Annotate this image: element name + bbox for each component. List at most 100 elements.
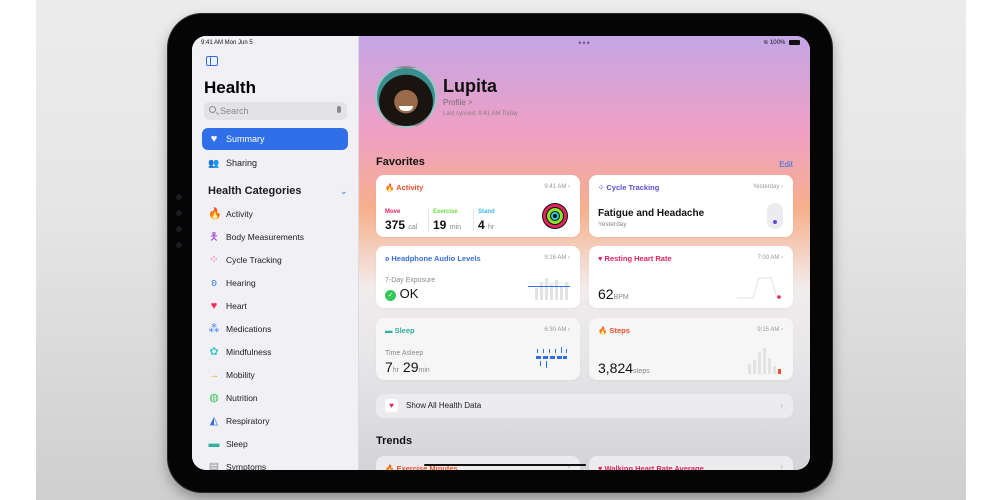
arrow-icon: →: [208, 369, 220, 381]
show-all-health-data-button[interactable]: ♥ Show All Health Data ›: [376, 394, 793, 418]
cycle-sub: Yesterday: [598, 221, 627, 228]
headphone-audio-card[interactable]: ʚ Headphone Audio Levels 9:16 AM › 7-Day…: [376, 246, 580, 308]
activity-card-title: 🔥 Activity: [385, 183, 424, 192]
sidebar-item-hearing[interactable]: ʚ Hearing: [202, 273, 348, 293]
search-placeholder: Search: [220, 106, 249, 116]
sidebar-item-sharing[interactable]: 👥 Sharing: [202, 152, 348, 174]
sidebar-item-symptoms[interactable]: ▤ Symptoms: [202, 457, 348, 470]
sidebar-item-label: Symptoms: [226, 462, 267, 470]
sleep-value: 7hr 29min: [385, 359, 430, 375]
card-time: Yesterday ›: [752, 184, 783, 190]
multitasking-dots[interactable]: •••: [578, 38, 590, 48]
sidebar-item-label: Heart: [226, 301, 247, 311]
sidebar-item-cycle-tracking[interactable]: ⁘ Cycle Tracking: [202, 250, 348, 270]
resting-heart-rate-card[interactable]: ♥ Resting Heart Rate 7:00 AM › 62BPM: [589, 246, 793, 308]
steps-value: 3,824steps: [598, 360, 650, 376]
checkmark-icon: ✓: [385, 290, 396, 301]
cycle-card-title: ⁘ Cycle Tracking: [598, 183, 660, 192]
microphone-icon[interactable]: [337, 106, 341, 113]
exposure-label: 7-Day Exposure: [385, 277, 436, 284]
move-value: 375 cal: [385, 218, 418, 232]
ear-icon: ʚ: [385, 254, 390, 263]
sidebar-item-label: Body Measurements: [226, 232, 304, 242]
ear-icon: ʚ: [211, 277, 217, 289]
sidebar-item-label: Activity: [226, 209, 253, 219]
steps-chart: [748, 348, 781, 374]
ipad-device: 9:41 AM Mon Jun 5 Health Search ♥ Summar…: [168, 14, 832, 492]
heart-icon: ♥: [598, 464, 603, 470]
trend-card-walking-heart-rate[interactable]: ♥ Walking Heart Rate Average ›: [589, 456, 793, 470]
sleep-card[interactable]: ▬ Sleep 6:30 AM › Time Asleep 7hr 29min: [376, 318, 580, 380]
sidebar-item-mindfulness[interactable]: ✿ Mindfulness: [202, 342, 348, 362]
heart-icon: ♥: [210, 133, 218, 145]
sidebar-item-label: Sharing: [226, 158, 258, 168]
sidebar-item-body-measurements[interactable]: 🯅 Body Measurements: [202, 227, 348, 247]
sidebar-item-nutrition[interactable]: ◍ Nutrition: [202, 388, 348, 408]
divider: [473, 209, 474, 231]
flame-icon: 🔥: [598, 326, 608, 335]
flame-icon: 🔥: [385, 464, 395, 470]
status-bar-right: ≋ 100%: [763, 39, 800, 46]
figure-icon: 🯅: [209, 231, 219, 243]
show-all-label: Show All Health Data: [406, 401, 482, 410]
card-time: 9:15 AM ›: [757, 327, 783, 333]
sidebar-item-sleep[interactable]: ▬ Sleep: [202, 434, 348, 454]
heart-icon: ♥: [385, 399, 398, 412]
steps-card-title: 🔥 Steps: [598, 326, 630, 335]
sidebar-item-label: Summary: [226, 134, 265, 144]
sidebar-item-label: Mindfulness: [226, 347, 272, 357]
sidebar-item-activity[interactable]: 🔥 Activity: [202, 204, 348, 224]
card-time: 7:00 AM ›: [757, 255, 783, 261]
headphone-card-title: ʚ Headphone Audio Levels: [385, 254, 481, 263]
apple-icon: ◍: [209, 392, 219, 404]
bed-icon: ▬: [208, 438, 220, 450]
cycle-tracking-card[interactable]: ⁘ Cycle Tracking Yesterday › Fatigue and…: [589, 175, 793, 237]
health-categories-header[interactable]: Health Categories: [208, 185, 302, 197]
edit-button[interactable]: Edit: [779, 160, 793, 169]
sidebar-item-label: Hearing: [226, 278, 256, 288]
home-indicator[interactable]: [424, 464, 586, 466]
sidebar-item-mobility[interactable]: → Mobility: [202, 365, 348, 385]
trends-title: Trends: [376, 435, 413, 447]
sidebar-item-label: Medications: [226, 324, 272, 334]
battery-percent: 100%: [769, 40, 786, 46]
cycle-icon: ⁘: [209, 254, 219, 266]
sidebar-item-summary[interactable]: ♥ Summary: [202, 128, 348, 150]
camera-dot: [176, 210, 182, 216]
lungs-icon: ◭: [209, 415, 219, 427]
sidebar-item-medications[interactable]: ⁂ Medications: [202, 319, 348, 339]
profile-link[interactable]: Profile >: [443, 98, 473, 107]
activity-card[interactable]: 🔥 Activity 9:41 AM › Move 375 cal Exerci…: [376, 175, 580, 237]
sidebar-item-label: Respiratory: [226, 416, 270, 426]
move-label: Move: [385, 209, 401, 215]
bed-icon: ▬: [385, 326, 393, 335]
heart-rate-value: 62BPM: [598, 286, 629, 302]
flower-icon: ✿: [209, 346, 219, 358]
screen: 9:41 AM Mon Jun 5 Health Search ♥ Summar…: [192, 36, 810, 470]
camera-dot: [176, 194, 182, 200]
flame-icon: 🔥: [385, 183, 395, 192]
card-time: 6:30 AM ›: [544, 327, 570, 333]
camera-dot: [176, 226, 182, 232]
favorites-title: Favorites: [376, 156, 425, 168]
cycle-icon: ⁘: [598, 183, 605, 192]
exercise-label: Exercise: [433, 209, 458, 215]
sidebar-toggle-icon[interactable]: [206, 56, 218, 66]
trend-card-exercise-minutes[interactable]: 🔥 Exercise Minutes ›: [376, 456, 580, 470]
steps-card[interactable]: 🔥 Steps 9:15 AM › 3,824steps: [589, 318, 793, 380]
sidebar: 9:41 AM Mon Jun 5 Health Search ♥ Summar…: [192, 36, 359, 470]
sidebar-item-label: Nutrition: [226, 393, 258, 403]
summary-main: ••• ≋ 100% Lupita Profile > Last synced:…: [359, 36, 810, 470]
card-time: 9:41 AM ›: [544, 184, 570, 190]
chevron-down-icon[interactable]: ⌄: [340, 186, 348, 197]
stand-label: Stand: [478, 209, 495, 215]
sidebar-item-respiratory[interactable]: ◭ Respiratory: [202, 411, 348, 431]
cycle-indicator: [767, 203, 783, 229]
people-icon: 👥: [208, 158, 220, 168]
sleep-label: Time Asleep: [385, 350, 424, 357]
search-input[interactable]: Search: [204, 102, 347, 120]
heart-card-title: ♥ Resting Heart Rate: [598, 254, 672, 263]
sidebar-item-heart[interactable]: ♥ Heart: [202, 296, 348, 316]
avatar[interactable]: [375, 66, 437, 128]
chevron-right-icon: ›: [780, 462, 783, 470]
